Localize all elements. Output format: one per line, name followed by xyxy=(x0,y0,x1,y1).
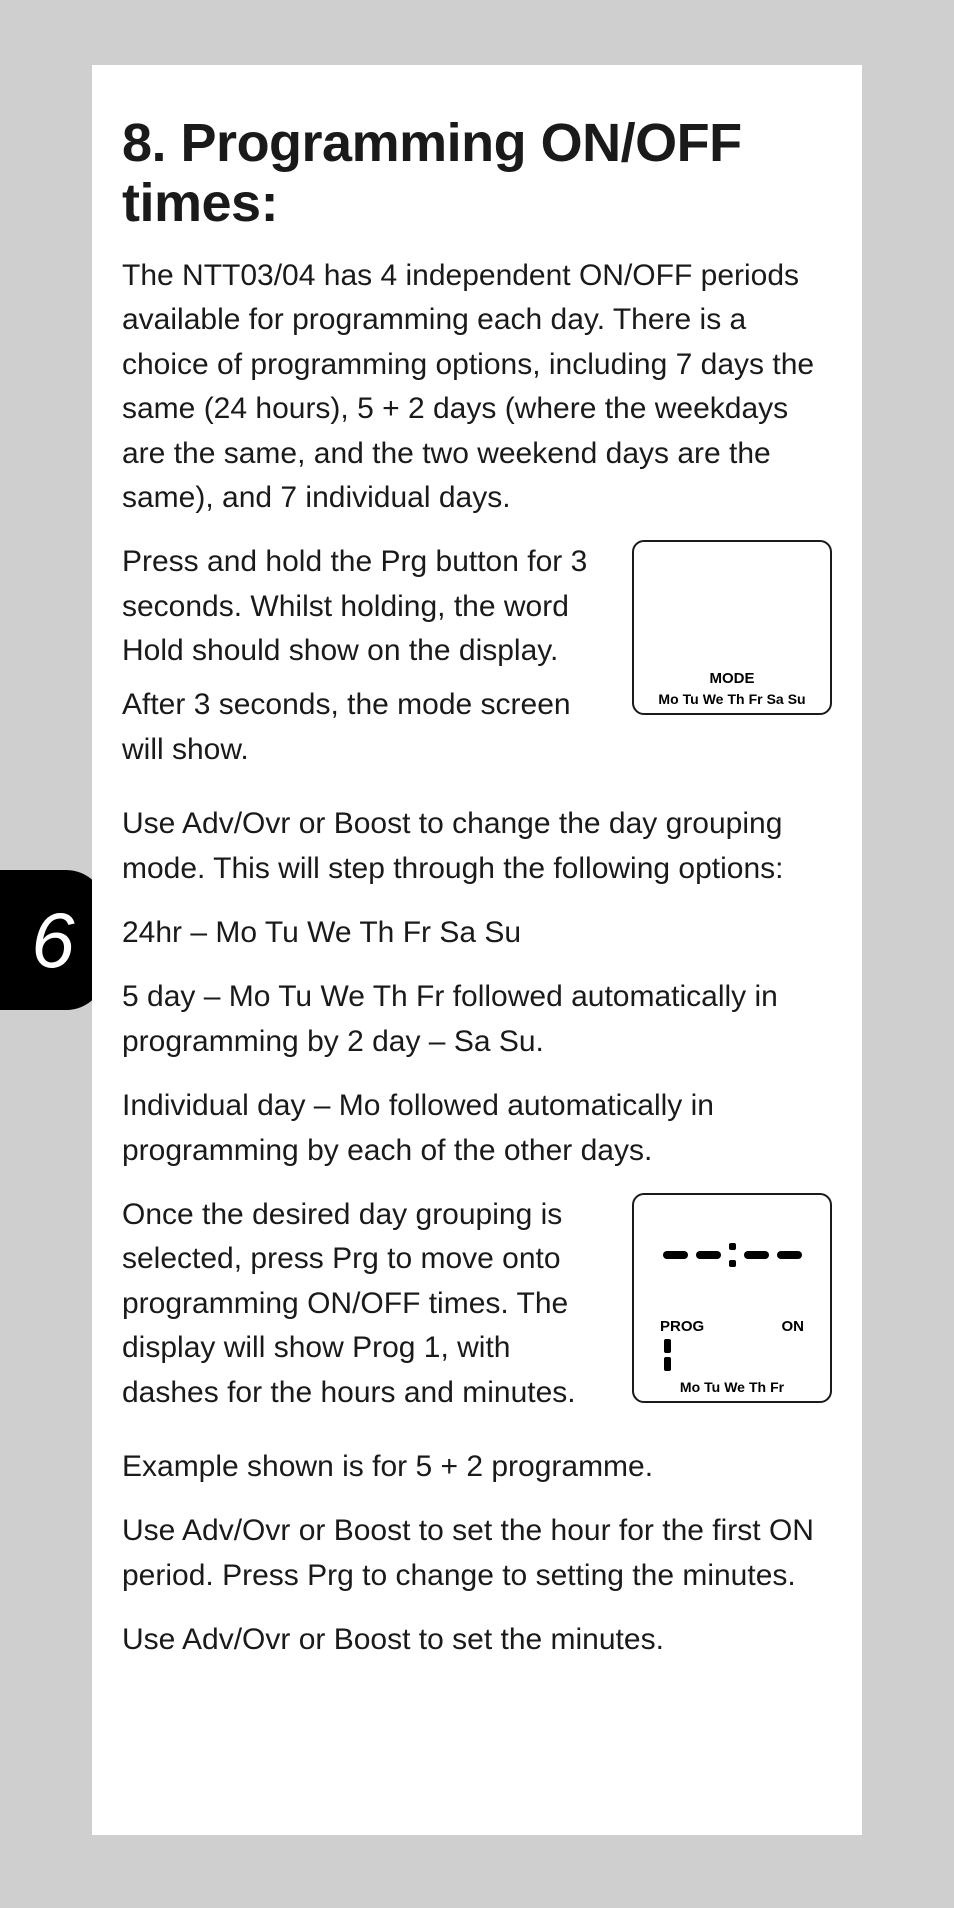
section-heading: 8. Programming ON/OFF times: xyxy=(122,113,832,234)
option-24hr: 24hr – Mo Tu We Th Fr Sa Su xyxy=(122,911,832,955)
change-mode-instruction: Use Adv/Ovr or Boost to change the day g… xyxy=(122,802,832,891)
step-row-2: Once the desired day grouping is selecte… xyxy=(122,1193,832,1425)
lcd-prog-display: PROG ON Mo Tu We Th Fr xyxy=(632,1193,832,1403)
prog-select-instruction: Once the desired day grouping is selecte… xyxy=(122,1193,614,1415)
step-row-1: Press and hold the Prg button for 3 seco… xyxy=(122,540,832,782)
lcd-days-row-weekday: Mo Tu We Th Fr xyxy=(642,1379,822,1395)
set-minutes-instruction: Use Adv/Ovr or Boost to set the minutes. xyxy=(122,1618,832,1662)
example-note: Example shown is for 5 + 2 programme. xyxy=(122,1445,832,1489)
page-number-tab: 6 xyxy=(0,870,106,1010)
intro-paragraph: The NTT03/04 has 4 independent ON/OFF pe… xyxy=(122,254,832,520)
option-5day: 5 day – Mo Tu We Th Fr followed automati… xyxy=(122,975,832,1064)
content-panel: 8. Programming ON/OFF times: The NTT03/0… xyxy=(92,65,862,1835)
lcd-on-label: ON xyxy=(782,1318,805,1335)
lcd-mode-display: MODE Mo Tu We Th Fr Sa Su xyxy=(632,540,832,715)
set-hour-instruction: Use Adv/Ovr or Boost to set the hour for… xyxy=(122,1509,832,1598)
lcd-days-row-full: Mo Tu We Th Fr Sa Su xyxy=(642,691,822,707)
option-individual: Individual day – Mo followed automatical… xyxy=(122,1084,832,1173)
lcd-prog-label: PROG xyxy=(660,1318,704,1335)
hold-instruction: Press and hold the Prg button for 3 seco… xyxy=(122,540,614,673)
lcd-mode-label: MODE xyxy=(642,670,822,687)
lcd-prog-number-icon xyxy=(664,1339,822,1371)
mode-screen-instruction: After 3 seconds, the mode screen will sh… xyxy=(122,683,614,772)
lcd-time-dashes xyxy=(663,1243,802,1267)
